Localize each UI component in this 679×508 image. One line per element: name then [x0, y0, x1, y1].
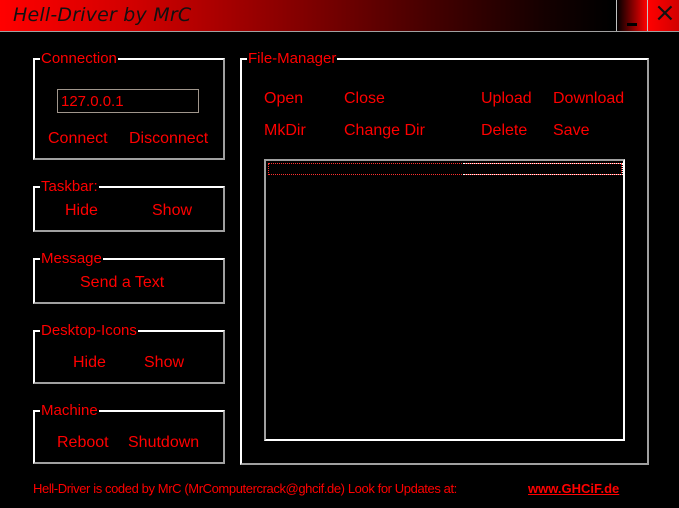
close-icon: × — [654, 0, 676, 28]
footer-credits: Hell-Driver is coded by MrC (MrComputerc… — [33, 481, 457, 496]
taskbar-hide-button[interactable]: Hide — [65, 202, 98, 220]
message-label: Message — [40, 250, 103, 267]
window-title: Hell-Driver by MrC — [13, 4, 192, 26]
file-manager-label: File-Manager — [247, 50, 338, 67]
connect-button[interactable]: Connect — [48, 130, 108, 148]
open-button[interactable]: Open — [264, 90, 303, 108]
shutdown-button[interactable]: Shutdown — [128, 434, 199, 452]
reboot-button[interactable]: Reboot — [57, 434, 109, 452]
taskbar-show-button[interactable]: Show — [152, 202, 192, 220]
mkdir-button[interactable]: MkDir — [264, 122, 306, 140]
close-file-button[interactable]: Close — [344, 90, 385, 108]
file-list-focus-row[interactable] — [268, 163, 623, 175]
connection-label: Connection — [40, 50, 118, 67]
title-bar[interactable]: Hell-Driver by MrC × — [0, 0, 679, 32]
ip-address-input[interactable] — [57, 89, 199, 113]
change-dir-button[interactable]: Change Dir — [344, 122, 425, 140]
file-list[interactable] — [264, 159, 625, 441]
close-button[interactable]: × — [647, 0, 679, 31]
disconnect-button[interactable]: Disconnect — [129, 130, 208, 148]
desktop-icons-group: Desktop-Icons — [33, 322, 225, 384]
desktop-icons-hide-button[interactable]: Hide — [73, 354, 106, 372]
save-button[interactable]: Save — [553, 122, 589, 140]
website-link[interactable]: www.GHCiF.de — [528, 481, 619, 496]
upload-button[interactable]: Upload — [481, 90, 532, 108]
send-text-button[interactable]: Send a Text — [80, 274, 164, 292]
minimize-button[interactable] — [616, 0, 647, 31]
desktop-icons-label: Desktop-Icons — [40, 322, 138, 339]
delete-button[interactable]: Delete — [481, 122, 527, 140]
desktop-icons-show-button[interactable]: Show — [144, 354, 184, 372]
taskbar-group: Taskbar: — [33, 178, 225, 232]
machine-label: Machine — [40, 402, 99, 419]
focus-row-highlight — [463, 163, 623, 175]
minimize-icon — [627, 23, 637, 26]
download-button[interactable]: Download — [553, 90, 624, 108]
taskbar-label: Taskbar: — [40, 178, 99, 195]
